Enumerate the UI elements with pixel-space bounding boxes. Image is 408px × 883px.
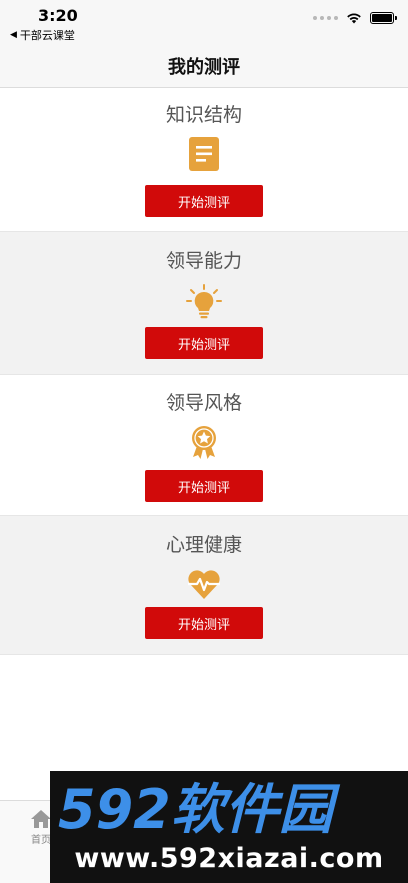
watermark-logo-text: 592软件园 bbox=[58, 781, 341, 837]
assessment-card-leadership-ability: 领导能力 开始测评 bbox=[0, 232, 408, 375]
assessment-card-leadership-style: 领导风格 开始测评 bbox=[0, 375, 408, 516]
tab-home-label: 首页 bbox=[31, 835, 51, 846]
back-triangle-icon: ◀ bbox=[10, 30, 17, 40]
watermark-url: www.592xiazai.com bbox=[74, 843, 384, 874]
battery-icon bbox=[370, 12, 397, 24]
start-assessment-button[interactable]: 开始测评 bbox=[145, 607, 263, 639]
watermark: 592软件园 www.592xiazai.com bbox=[50, 771, 408, 883]
assessment-card-knowledge: 知识结构 开始测评 bbox=[0, 88, 408, 232]
back-app-label: 干部云课堂 bbox=[19, 29, 75, 42]
assessment-card-mental-health: 心理健康 开始测评 bbox=[0, 516, 408, 655]
status-indicators bbox=[313, 12, 397, 24]
assessment-title: 领导风格 bbox=[165, 392, 242, 414]
watermark-logo: 592软件园 bbox=[58, 781, 341, 837]
document-icon bbox=[189, 137, 219, 171]
start-assessment-button[interactable]: 开始测评 bbox=[145, 470, 263, 502]
assessment-title: 领导能力 bbox=[165, 250, 242, 272]
assessment-list: 知识结构 开始测评 领导能力 开始测评 领导风格 开始测评 心理健康 开始测评 bbox=[0, 88, 408, 655]
lightbulb-icon bbox=[186, 284, 222, 319]
back-to-app-link[interactable]: ◀ 干部云课堂 bbox=[10, 27, 75, 43]
assessment-title: 知识结构 bbox=[165, 104, 242, 126]
status-bar: 3:20 ◀ 干部云课堂 bbox=[0, 0, 408, 44]
heart-pulse-icon bbox=[188, 570, 220, 599]
start-assessment-button[interactable]: 开始测评 bbox=[145, 185, 263, 217]
wifi-icon bbox=[347, 13, 361, 24]
signal-dots-icon bbox=[313, 16, 338, 20]
medal-icon bbox=[192, 426, 216, 459]
home-icon bbox=[31, 810, 51, 828]
start-assessment-button[interactable]: 开始测评 bbox=[145, 327, 263, 359]
status-time: 3:20 bbox=[38, 6, 78, 25]
nav-bar: 我的测评 bbox=[0, 44, 408, 88]
assessment-title: 心理健康 bbox=[165, 534, 242, 556]
page-title: 我的测评 bbox=[168, 56, 240, 78]
